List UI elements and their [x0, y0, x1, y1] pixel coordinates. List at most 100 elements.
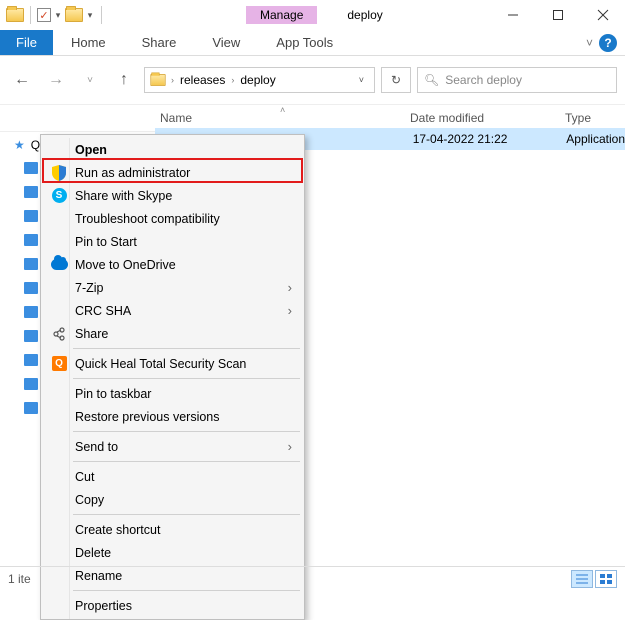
menu-pin-taskbar[interactable]: Pin to taskbar	[43, 382, 302, 405]
column-date[interactable]: Date modified	[410, 111, 565, 125]
view-tab[interactable]: View	[194, 30, 258, 55]
expand-ribbon-icon[interactable]: ˅	[586, 36, 593, 50]
chevron-right-icon[interactable]: ›	[231, 75, 234, 85]
column-type[interactable]: Type	[565, 111, 625, 125]
chevron-right-icon: ›	[288, 303, 292, 318]
menu-share-skype[interactable]: S Share with Skype	[43, 184, 302, 207]
sidebar-item[interactable]	[24, 258, 38, 270]
sort-indicator-icon: ˄	[280, 105, 285, 115]
file-tab[interactable]: File	[0, 30, 53, 55]
search-placeholder: Search deploy	[445, 73, 522, 87]
menu-label: 7-Zip	[75, 281, 103, 295]
menu-label: Move to OneDrive	[75, 258, 176, 272]
menu-separator	[73, 514, 300, 515]
breadcrumb[interactable]: releases	[178, 73, 227, 87]
contextual-tab: Manage	[246, 6, 317, 24]
refresh-button[interactable]: ↻	[381, 67, 411, 93]
home-tab[interactable]: Home	[53, 30, 124, 55]
menu-send-to[interactable]: Send to ›	[43, 435, 302, 458]
menu-cut[interactable]: Cut	[43, 465, 302, 488]
title-bar: ✓ ▾ ▾ Manage deploy	[0, 0, 625, 30]
status-bar: 1 ite	[0, 566, 625, 590]
sidebar-item[interactable]	[24, 330, 38, 342]
window-title: deploy	[347, 8, 382, 22]
chevron-right-icon: ›	[288, 280, 292, 295]
qat-checkbox[interactable]: ✓	[37, 8, 51, 22]
close-button[interactable]	[580, 0, 625, 30]
minimize-button[interactable]	[490, 0, 535, 30]
quickheal-icon: Q	[50, 355, 68, 373]
menu-separator	[73, 431, 300, 432]
folder-icon[interactable]	[6, 8, 24, 22]
chevron-right-icon: ›	[288, 439, 292, 454]
folder-icon[interactable]	[65, 8, 83, 22]
help-icon[interactable]: ?	[599, 34, 617, 52]
menu-separator	[73, 590, 300, 591]
breadcrumb[interactable]: deploy	[238, 73, 277, 87]
sidebar-item[interactable]	[24, 162, 38, 174]
maximize-button[interactable]	[535, 0, 580, 30]
menu-open[interactable]: Open	[43, 138, 302, 161]
menu-label: Run as administrator	[75, 166, 190, 180]
menu-copy[interactable]: Copy	[43, 488, 302, 511]
address-dropdown-icon[interactable]: ˅	[353, 75, 370, 85]
sidebar-item[interactable]	[24, 234, 38, 246]
search-input[interactable]: 🔍︎ Search deploy	[417, 67, 617, 93]
sidebar-item[interactable]	[24, 402, 38, 414]
qat-dropdown-icon[interactable]: ▾	[85, 10, 95, 21]
menu-separator	[73, 378, 300, 379]
icons-view-button[interactable]	[595, 570, 617, 588]
up-button[interactable]: ↑	[110, 66, 138, 94]
share-icon	[50, 325, 68, 343]
qat-dropdown-icon[interactable]: ▾	[53, 10, 63, 21]
folder-icon	[150, 74, 165, 86]
sidebar-item[interactable]	[24, 354, 38, 366]
sidebar-item[interactable]	[24, 306, 38, 318]
menu-restore-versions[interactable]: Restore previous versions	[43, 405, 302, 428]
menu-delete[interactable]: Delete	[43, 541, 302, 564]
shield-icon	[50, 164, 68, 182]
menu-move-onedrive[interactable]: Move to OneDrive	[43, 253, 302, 276]
menu-crc-sha[interactable]: CRC SHA ›	[43, 299, 302, 322]
menu-label: CRC SHA	[75, 304, 131, 318]
cloud-icon	[50, 256, 68, 274]
star-icon: ★	[14, 138, 25, 152]
menu-quick-heal[interactable]: Q Quick Heal Total Security Scan	[43, 352, 302, 375]
back-button[interactable]: ←	[8, 66, 36, 94]
menu-label: Send to	[75, 440, 118, 454]
details-view-button[interactable]	[571, 570, 593, 588]
recent-dropdown-icon[interactable]: ˅	[76, 66, 104, 94]
menu-label: Share with Skype	[75, 189, 172, 203]
search-icon: 🔍︎	[424, 73, 439, 87]
ribbon-tabs: File Home Share View App Tools ˅ ?	[0, 30, 625, 56]
app-tools-tab[interactable]: App Tools	[258, 30, 351, 55]
manage-tab-header[interactable]: Manage	[246, 6, 317, 24]
address-bar[interactable]: › releases › deploy ˅	[144, 67, 375, 93]
navigation-row: ← → ˅ ↑ › releases › deploy ˅ ↻ 🔍︎ Searc…	[0, 62, 625, 98]
share-tab[interactable]: Share	[124, 30, 195, 55]
quick-access-toolbar: ✓ ▾ ▾	[0, 6, 106, 24]
menu-run-as-administrator[interactable]: Run as administrator	[43, 161, 302, 184]
menu-troubleshoot[interactable]: Troubleshoot compatibility	[43, 207, 302, 230]
separator	[30, 6, 31, 24]
menu-pin-start[interactable]: Pin to Start	[43, 230, 302, 253]
sidebar-item[interactable]	[24, 210, 38, 222]
window-controls	[490, 0, 625, 30]
sidebar-item[interactable]	[24, 378, 38, 390]
menu-share[interactable]: Share	[43, 322, 302, 345]
menu-label: Share	[75, 327, 108, 341]
menu-properties[interactable]: Properties	[43, 594, 302, 617]
chevron-right-icon[interactable]: ›	[171, 75, 174, 85]
sidebar-item[interactable]	[24, 186, 38, 198]
context-menu: Open Run as administrator S Share with S…	[40, 134, 305, 620]
skype-icon: S	[50, 187, 68, 205]
menu-create-shortcut[interactable]: Create shortcut	[43, 518, 302, 541]
menu-7zip[interactable]: 7-Zip ›	[43, 276, 302, 299]
file-type: Application	[566, 132, 625, 146]
status-text: 1 ite	[8, 572, 31, 586]
menu-separator	[73, 348, 300, 349]
separator	[101, 6, 102, 24]
sidebar-item[interactable]	[24, 282, 38, 294]
menu-separator	[73, 461, 300, 462]
forward-button: →	[42, 66, 70, 94]
